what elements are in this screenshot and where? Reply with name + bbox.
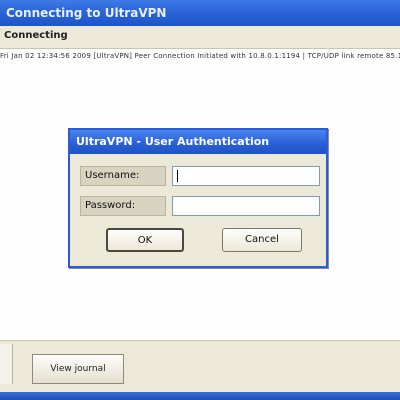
bottom-left-tab[interactable] bbox=[0, 344, 13, 384]
window-title: Connecting to UltraVPN bbox=[6, 6, 167, 20]
password-label: Password: bbox=[80, 196, 166, 216]
username-row: Username: bbox=[80, 166, 320, 186]
auth-dialog: UltraVPN - User Authentication Username:… bbox=[68, 128, 328, 268]
username-field[interactable] bbox=[172, 166, 320, 186]
status-strip: Connecting bbox=[0, 26, 400, 49]
cancel-button[interactable]: Cancel bbox=[222, 228, 302, 252]
window-titlebar[interactable]: Connecting to UltraVPN bbox=[0, 0, 400, 26]
log-line: Fri Jan 02 12:34:56 2009 [UltraVPN] Peer… bbox=[0, 52, 400, 60]
dialog-titlebar[interactable]: UltraVPN - User Authentication bbox=[70, 130, 326, 154]
dialog-title: UltraVPN - User Authentication bbox=[76, 135, 270, 148]
password-row: Password: bbox=[80, 196, 320, 216]
username-label: Username: bbox=[80, 166, 166, 186]
taskbar bbox=[0, 392, 400, 400]
screen: Connecting to UltraVPN Connecting Fri Ja… bbox=[0, 0, 400, 400]
status-label: Connecting bbox=[4, 30, 68, 41]
view-journal-button[interactable]: View journal bbox=[32, 354, 124, 384]
text-caret bbox=[177, 170, 178, 182]
password-field[interactable] bbox=[172, 196, 320, 216]
ok-button[interactable]: OK bbox=[106, 228, 184, 252]
